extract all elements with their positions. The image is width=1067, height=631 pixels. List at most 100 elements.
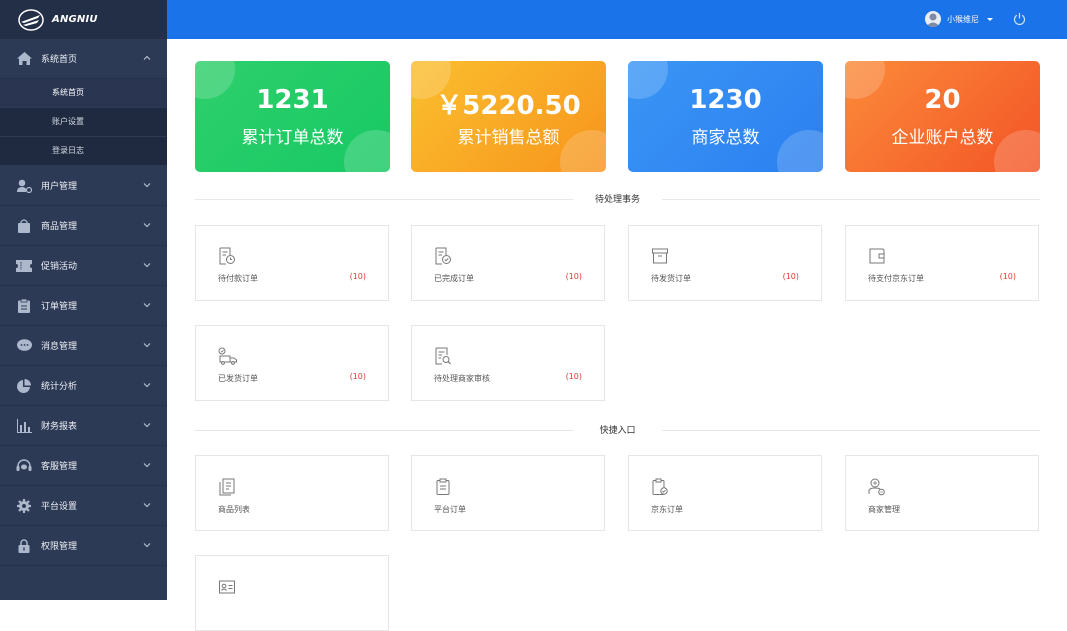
sidebar-subitem-dashboard[interactable]: 系统首页 bbox=[0, 79, 167, 108]
stat-value: 1230 bbox=[689, 85, 762, 115]
chevron-down-icon bbox=[143, 343, 151, 348]
chevron-down-icon bbox=[143, 463, 151, 468]
user-gear-icon bbox=[16, 178, 32, 194]
gear-icon bbox=[16, 498, 32, 514]
truck-icon bbox=[218, 347, 237, 365]
home-icon bbox=[16, 51, 32, 67]
stat-value: ￥5220.50 bbox=[436, 91, 581, 121]
sidebar-item-promotions[interactable]: 促销活动 bbox=[0, 246, 167, 286]
pending-label: 已完成订单 bbox=[434, 274, 474, 283]
sidebar-item-messages[interactable]: 消息管理 bbox=[0, 326, 167, 366]
pending-label: 待发货订单 bbox=[651, 274, 691, 283]
coupon-icon bbox=[16, 258, 32, 274]
sidebar-item-orders[interactable]: 订单管理 bbox=[0, 286, 167, 326]
pending-label: 已发货订单 bbox=[218, 374, 258, 383]
sidebar-item-label: 财务报表 bbox=[41, 422, 78, 432]
sidebar-item-statistics[interactable]: 统计分析 bbox=[0, 366, 167, 406]
audit-search-icon bbox=[435, 347, 451, 365]
stat-label: 累计销售总额 bbox=[457, 128, 560, 148]
wallet-icon bbox=[869, 248, 885, 264]
stat-card-merchants[interactable]: 1230 商家总数 bbox=[628, 61, 823, 172]
section-header-shortcuts: 快捷入口 bbox=[195, 423, 1040, 437]
caret-down-icon bbox=[987, 17, 993, 21]
sidebar-item-label: 统计分析 bbox=[41, 382, 78, 392]
sidebar-item-label: 用户管理 bbox=[41, 182, 78, 192]
sidebar-item-platform-settings[interactable]: 平台设置 bbox=[0, 486, 167, 526]
sidebar-submenu-home: 系统首页 账户设置 登录日志 bbox=[0, 79, 167, 166]
clipboard-icon bbox=[16, 298, 32, 314]
pending-count: (10) bbox=[782, 272, 799, 281]
order-clock-icon bbox=[219, 247, 235, 265]
chevron-down-icon bbox=[143, 263, 151, 268]
shortcut-platform-orders[interactable]: 平台订单 bbox=[411, 455, 605, 531]
chevron-down-icon bbox=[143, 503, 151, 508]
sidebar-item-products[interactable]: 商品管理 bbox=[0, 206, 167, 246]
sidebar-item-label: 促销活动 bbox=[41, 262, 78, 272]
jd-order-icon bbox=[652, 478, 668, 495]
user-menu[interactable]: 小猴维尼 bbox=[925, 11, 993, 27]
sidebar-item-label: 消息管理 bbox=[41, 342, 78, 352]
avatar bbox=[925, 11, 941, 27]
pending-count: (10) bbox=[349, 372, 366, 381]
logo[interactable]: ANGNIU bbox=[0, 0, 167, 39]
stat-value: 1231 bbox=[256, 85, 329, 115]
shortcut-label: 平台订单 bbox=[434, 505, 466, 514]
pie-chart-icon bbox=[16, 378, 32, 394]
shortcut-product-list[interactable]: 商品列表 bbox=[195, 455, 389, 531]
shortcut-label: 商家管理 bbox=[868, 505, 900, 514]
sidebar-item-finance[interactable]: 财务报表 bbox=[0, 406, 167, 446]
headset-icon bbox=[16, 458, 32, 474]
sidebar-item-label: 客服管理 bbox=[41, 462, 78, 472]
pending-label: 待付款订单 bbox=[218, 274, 258, 283]
stat-card-enterprise-accounts[interactable]: 20 企业账户总数 bbox=[845, 61, 1040, 172]
sidebar-subitem-login-log[interactable]: 登录日志 bbox=[0, 137, 167, 166]
pending-label: 待处理商家审核 bbox=[434, 374, 490, 383]
sidebar-item-label: 订单管理 bbox=[41, 302, 78, 312]
platform-order-icon bbox=[436, 478, 450, 495]
pending-label: 待支付京东订单 bbox=[868, 274, 924, 283]
pending-count: (10) bbox=[999, 272, 1016, 281]
pending-card-to-ship-orders[interactable]: 待发货订单 (10) bbox=[628, 225, 822, 301]
stat-label: 累计订单总数 bbox=[241, 128, 344, 148]
chevron-down-icon bbox=[143, 223, 151, 228]
bar-chart-icon bbox=[16, 418, 32, 434]
section-header-pending: 待处理事务 bbox=[195, 192, 1040, 206]
chevron-down-icon bbox=[143, 423, 151, 428]
stat-card-total-orders[interactable]: 1231 累计订单总数 bbox=[195, 61, 390, 172]
pending-card-merchant-audit[interactable]: 待处理商家审核 (10) bbox=[411, 325, 605, 401]
pending-count: (10) bbox=[565, 272, 582, 281]
id-card-icon bbox=[219, 580, 235, 594]
sidebar-item-label: 平台设置 bbox=[41, 502, 78, 512]
sidebar-item-label: 商品管理 bbox=[41, 222, 78, 232]
sidebar-item-label: 权限管理 bbox=[41, 542, 78, 552]
pending-card-jd-unpaid[interactable]: 待支付京东订单 (10) bbox=[845, 225, 1039, 301]
top-bar: 小猴维尼 bbox=[167, 0, 1067, 39]
pending-count: (10) bbox=[565, 372, 582, 381]
sidebar: ANGNIU 系统首页 系统首页 账户设置 登录日志 用户管理 商品管理 促销活… bbox=[0, 0, 167, 600]
shortcut-label: 京东订单 bbox=[651, 505, 683, 514]
product-list-icon bbox=[219, 478, 235, 496]
lock-icon bbox=[16, 538, 32, 554]
box-icon bbox=[652, 248, 668, 264]
sidebar-item-label: 系统首页 bbox=[41, 55, 78, 65]
sidebar-item-permissions[interactable]: 权限管理 bbox=[0, 526, 167, 566]
stat-value: 20 bbox=[924, 85, 961, 115]
stat-label: 商家总数 bbox=[691, 128, 760, 148]
power-icon[interactable] bbox=[1013, 12, 1026, 26]
pending-card-unpaid-orders[interactable]: 待付款订单 (10) bbox=[195, 225, 389, 301]
chevron-down-icon bbox=[143, 303, 151, 308]
pending-count: (10) bbox=[349, 272, 366, 281]
chevron-down-icon bbox=[143, 183, 151, 188]
sidebar-subitem-account-settings[interactable]: 账户设置 bbox=[0, 108, 167, 137]
chevron-down-icon bbox=[143, 383, 151, 388]
shortcut-merchant-management[interactable]: 商家管理 bbox=[845, 455, 1039, 531]
merchant-icon bbox=[868, 478, 885, 496]
pending-card-shipped-orders[interactable]: 已发货订单 (10) bbox=[195, 325, 389, 401]
shortcut-jd-orders[interactable]: 京东订单 bbox=[628, 455, 822, 531]
sidebar-item-home[interactable]: 系统首页 bbox=[0, 39, 167, 79]
sidebar-item-users[interactable]: 用户管理 bbox=[0, 166, 167, 206]
stat-card-total-sales[interactable]: ￥5220.50 累计销售总额 bbox=[411, 61, 606, 172]
sidebar-item-customer-service[interactable]: 客服管理 bbox=[0, 446, 167, 486]
pending-card-completed-orders[interactable]: 已完成订单 (10) bbox=[411, 225, 605, 301]
shortcut-id-card[interactable] bbox=[195, 555, 389, 631]
